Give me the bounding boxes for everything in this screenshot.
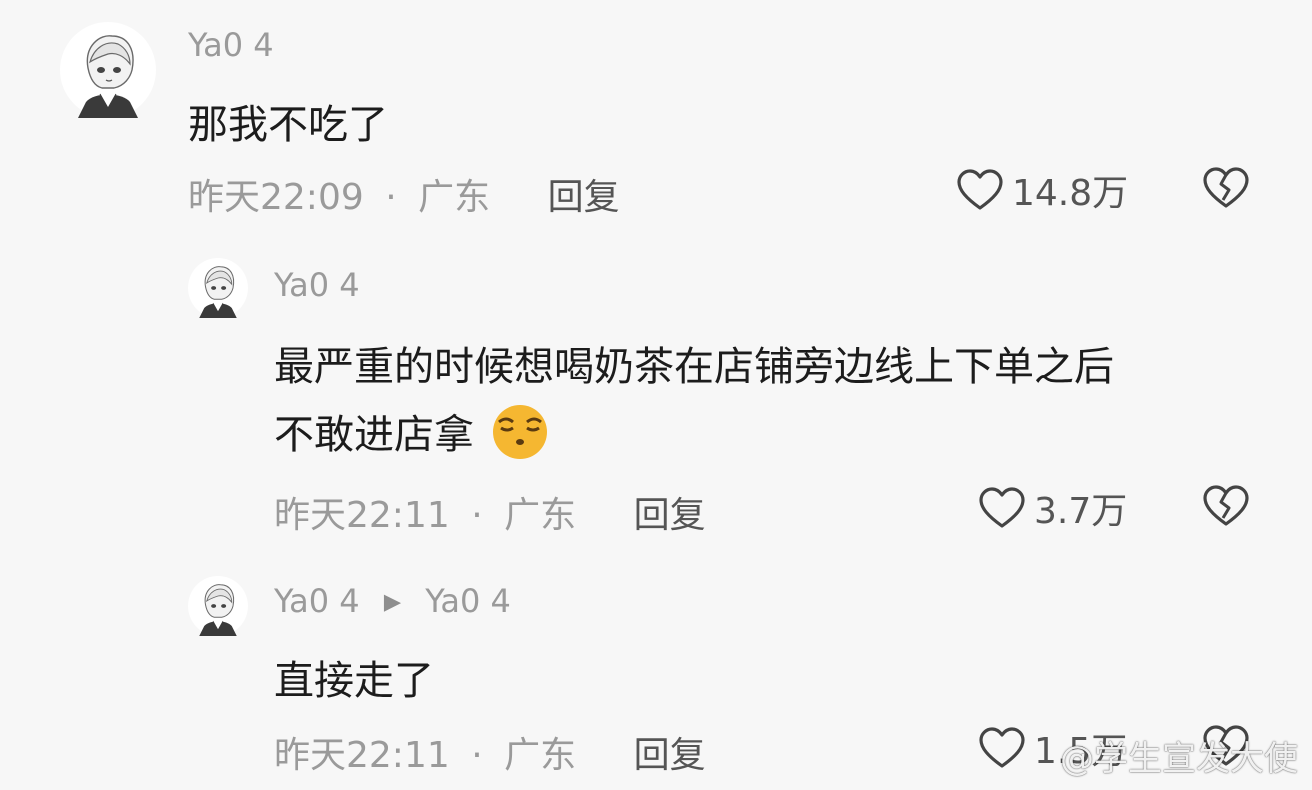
- comment-text-line-2-text: 不敢进店拿: [274, 412, 474, 458]
- comment-text-line-1: 最严重的时候想喝奶茶在店铺旁边线上下单之后: [274, 344, 1114, 390]
- separator: ·: [471, 735, 483, 776]
- timestamp: 昨天22:11: [274, 495, 450, 536]
- broken-heart-icon: [1203, 485, 1249, 526]
- dislike-button[interactable]: [1202, 166, 1250, 214]
- separator: ·: [471, 495, 483, 536]
- reply-button[interactable]: 回复: [548, 177, 620, 218]
- like-button[interactable]: 3.7万: [978, 482, 1127, 534]
- reply-arrow-icon: ▶: [383, 589, 402, 615]
- username[interactable]: Ya0 4: [274, 266, 360, 304]
- sleepy-face-emoji-icon: [492, 405, 547, 459]
- broken-heart-icon: [1203, 167, 1249, 208]
- heart-icon: [979, 727, 1025, 768]
- watermark: @学生宣发大使: [1060, 739, 1298, 779]
- separator: ·: [385, 177, 397, 218]
- username: Ya0 4 ▶ Ya0 4: [274, 582, 511, 620]
- location: 广东: [504, 495, 577, 536]
- location: 广东: [418, 177, 491, 218]
- location: 广东: [504, 735, 577, 776]
- reply-button[interactable]: 回复: [634, 735, 706, 776]
- comment-meta: 昨天22:11 · 广东 回复: [274, 486, 706, 538]
- comment-text: 那我不吃了: [188, 102, 388, 148]
- author-name[interactable]: Ya0 4: [274, 582, 360, 620]
- timestamp: 昨天22:11: [274, 735, 450, 776]
- avatar[interactable]: [188, 258, 248, 318]
- timestamp: 昨天22:09: [188, 177, 364, 218]
- reply-target-name[interactable]: Ya0 4: [425, 582, 511, 620]
- comment-text: 直接走了: [274, 658, 434, 704]
- like-count: 14.8万: [1012, 173, 1129, 214]
- anime-boy-avatar-icon: [78, 35, 138, 118]
- dislike-button[interactable]: [1202, 484, 1250, 532]
- anime-boy-avatar-icon: [199, 584, 237, 636]
- heart-icon: [979, 487, 1025, 528]
- heart-icon: [957, 169, 1003, 210]
- like-button[interactable]: 14.8万: [956, 164, 1128, 216]
- comment-meta: 昨天22:11 · 广东 回复: [274, 726, 706, 778]
- username[interactable]: Ya0 4: [188, 26, 274, 64]
- like-count: 3.7万: [1034, 491, 1128, 532]
- anime-boy-avatar-icon: [199, 266, 237, 318]
- reply-button[interactable]: 回复: [634, 495, 706, 536]
- comment-text-line-2: 不敢进店拿: [274, 402, 551, 460]
- comment-meta: 昨天22:09 · 广东 回复: [188, 168, 620, 220]
- avatar[interactable]: [188, 576, 248, 636]
- avatar[interactable]: [60, 22, 156, 118]
